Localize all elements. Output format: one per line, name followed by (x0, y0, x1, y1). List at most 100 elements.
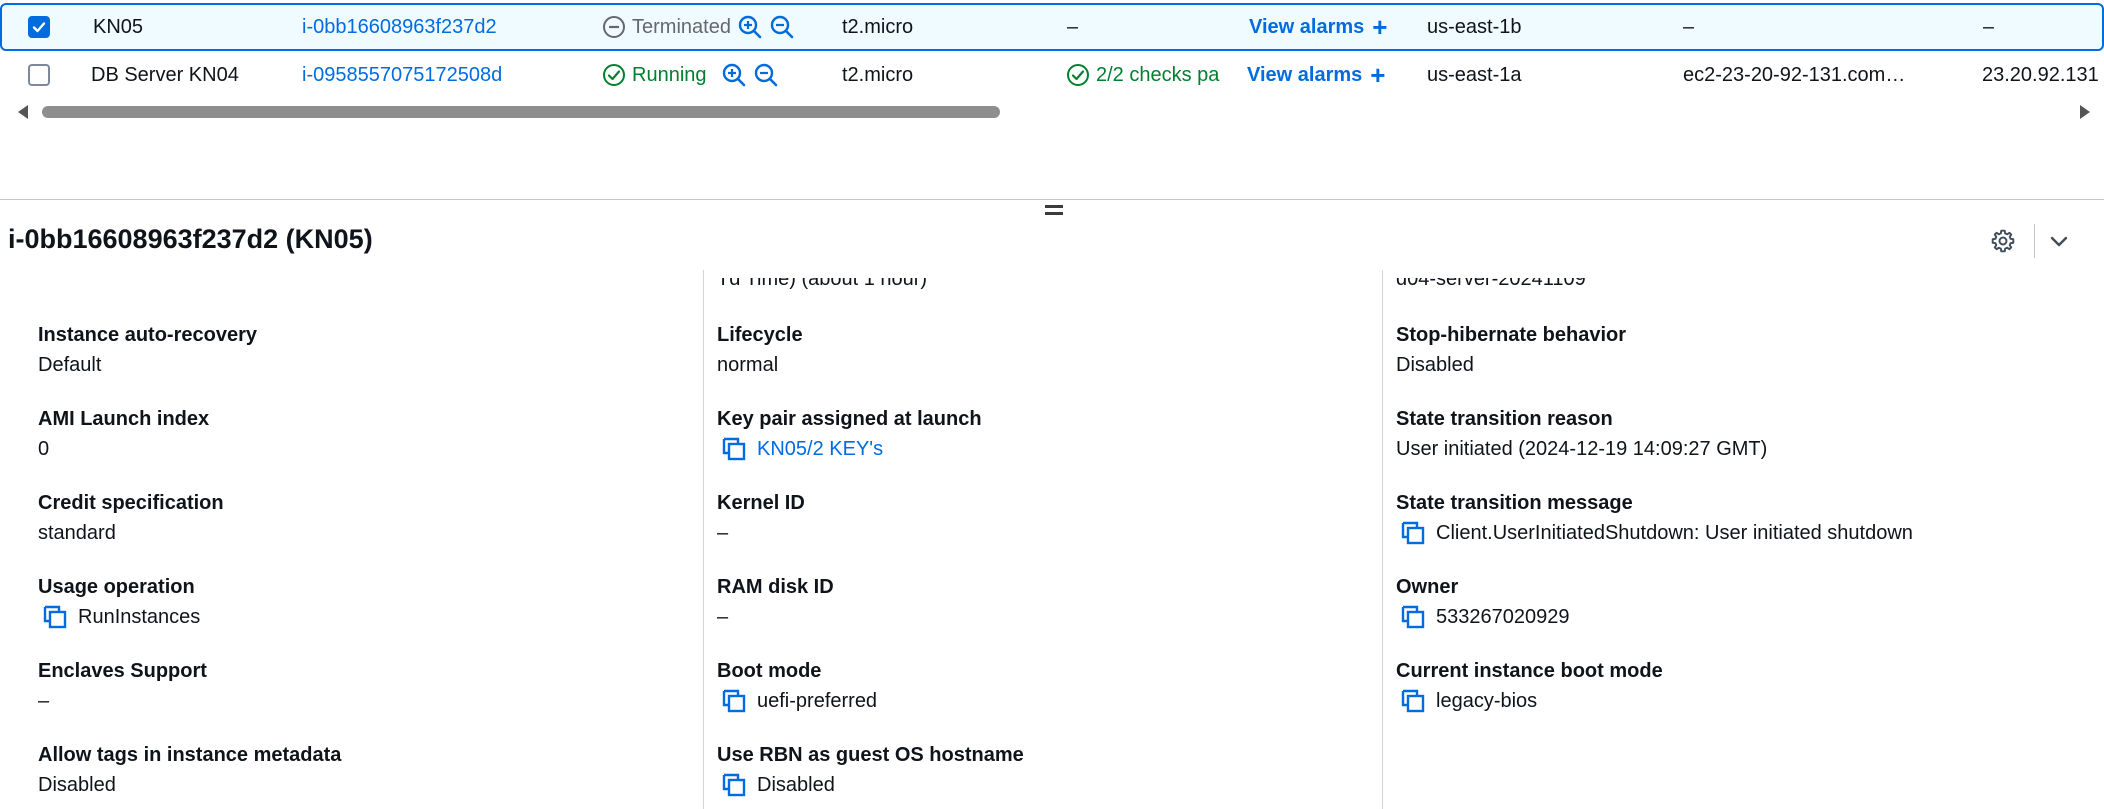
column-divider (1382, 270, 1383, 809)
copy-icon[interactable] (42, 604, 68, 630)
key-pair-link[interactable]: KN05/2 KEY's (757, 434, 883, 464)
instance-id-link[interactable]: i-0bb16608963f237d2 (302, 5, 497, 49)
copy-icon[interactable] (1400, 688, 1426, 714)
field-state-transition-message: State transition message Client.UserInit… (1396, 490, 2036, 548)
success-icon (602, 63, 626, 87)
chevron-down-icon (2050, 236, 2068, 247)
scrollbar-thumb[interactable] (42, 106, 1000, 118)
split-panel-divider (0, 199, 2104, 200)
copy-icon[interactable] (721, 436, 747, 462)
instance-state: Running (602, 51, 779, 99)
field-label: Instance auto-recovery (38, 324, 257, 346)
gear-icon (1991, 229, 2015, 253)
field-ram-disk-id: RAM disk ID – (717, 574, 1357, 632)
field-value: Disabled (38, 774, 116, 796)
field-label: Key pair assigned at launch (717, 408, 982, 430)
field-use-rbn-hostname: Use RBN as guest OS hostname Disabled (717, 742, 1357, 800)
field-usage-operation: Usage operation RunInstances (38, 574, 678, 632)
field-boot-mode: Boot mode uefi-preferred (717, 658, 1357, 716)
add-alarm-icon[interactable]: + (1372, 14, 1387, 40)
instance-state-label: Terminated (632, 15, 731, 38)
view-alarms-link[interactable]: View alarms (1247, 64, 1362, 87)
field-label: Owner (1396, 576, 1459, 598)
alarms-cell: View alarms + (1249, 5, 1387, 49)
copy-icon[interactable] (1400, 520, 1426, 546)
scroll-right-icon[interactable] (2080, 105, 2090, 119)
instance-id-link[interactable]: i-0958557075172508d (302, 51, 502, 99)
header-divider (2034, 224, 2035, 258)
field-label: Stop-hibernate behavior (1396, 324, 1627, 346)
add-alarm-icon[interactable]: + (1370, 62, 1385, 88)
field-lifecycle: Lifecycle normal (717, 322, 1357, 380)
field-value: standard (38, 522, 116, 544)
field-label: Current instance boot mode (1396, 660, 1663, 682)
row-checkbox[interactable] (28, 64, 50, 86)
field-value: 0 (38, 438, 50, 460)
field-value: Default (38, 354, 102, 376)
field-label: Use RBN as guest OS hostname (717, 744, 1024, 766)
field-label: Boot mode (717, 660, 822, 682)
field-value: – (38, 690, 50, 712)
settings-button[interactable] (1988, 226, 2018, 256)
availability-zone: us-east-1b (1427, 15, 1522, 38)
field-enclaves-support: Enclaves Support – (38, 658, 678, 716)
status-checks: – (1067, 15, 1079, 38)
table-row[interactable]: DB Server KN04 i-0958557075172508d Runni… (0, 51, 2104, 99)
field-owner: Owner 533267020929 (1396, 574, 2036, 632)
instance-name: KN05 (93, 15, 144, 38)
field-value-text: RunInstances (78, 606, 201, 628)
field-value: Disabled (717, 770, 1357, 800)
field-credit-specification: Credit specification standard (38, 490, 678, 548)
row-checkbox-cell[interactable] (28, 5, 50, 49)
field-kernel-id: Kernel ID – (717, 490, 1357, 548)
field-value: RunInstances (38, 602, 678, 632)
zoom-out-icon[interactable] (753, 62, 779, 88)
field-value: uefi-preferred (717, 686, 1357, 716)
instance-name: DB Server KN04 (91, 63, 239, 86)
scroll-left-icon[interactable] (18, 105, 28, 119)
field-value: User initiated (2024-12-19 14:09:27 GMT) (1396, 438, 1768, 460)
field-value: Client.UserInitiatedShutdown: User initi… (1396, 518, 2036, 548)
public-dns: ec2-23-20-92-131.com… (1683, 63, 1906, 86)
zoom-out-icon[interactable] (769, 14, 795, 40)
row-checkbox-cell[interactable] (28, 51, 50, 99)
zoom-in-icon[interactable] (737, 14, 763, 40)
copy-icon[interactable] (721, 772, 747, 798)
field-label: Lifecycle (717, 324, 803, 346)
field-state-transition-reason: State transition reason User initiated (… (1396, 406, 2036, 464)
view-alarms-link[interactable]: View alarms (1249, 16, 1364, 39)
horizontal-scrollbar[interactable] (0, 100, 2104, 124)
field-label: Allow tags in instance metadata (38, 744, 342, 766)
row-checkbox[interactable] (28, 16, 50, 38)
instance-type: t2.micro (842, 15, 914, 38)
field-label: AMI Launch index (38, 408, 210, 430)
field-value-text: uefi-preferred (757, 690, 878, 712)
check-icon (32, 22, 46, 33)
copy-icon[interactable] (721, 688, 747, 714)
field-allow-tags-metadata: Allow tags in instance metadata Disabled (38, 742, 678, 800)
field-label: Enclaves Support (38, 660, 207, 682)
field-stop-hibernate: Stop-hibernate behavior Disabled (1396, 322, 2036, 380)
field-label: RAM disk ID (717, 576, 834, 598)
field-value: 533267020929 (1396, 602, 2036, 632)
field-value-text: Disabled (757, 774, 835, 796)
status-checks: 2/2 checks pa (1066, 51, 1222, 99)
public-ip: 23.20.92.131 (1982, 63, 2099, 86)
collapse-button[interactable] (2044, 226, 2074, 256)
field-key-pair: Key pair assigned at launch KN05/2 KEY's (717, 406, 1357, 464)
clipped-value: d04-server-20241109 (1396, 278, 1586, 290)
alarms-cell: View alarms + (1247, 51, 1385, 99)
public-dns: – (1683, 15, 1695, 38)
details-title: i-0bb16608963f237d2 (KN05) (8, 224, 373, 254)
instances-table: KN05 i-0bb16608963f237d2 Terminated t2.m… (0, 0, 2104, 130)
copy-icon[interactable] (1400, 604, 1426, 630)
field-label: Credit specification (38, 492, 224, 514)
zoom-in-icon[interactable] (721, 62, 747, 88)
field-value: Disabled (1396, 354, 1474, 376)
field-label: State transition reason (1396, 408, 1613, 430)
status-checks-label: 2/2 checks pa (1096, 63, 1220, 86)
field-value: – (717, 522, 729, 544)
table-row[interactable]: KN05 i-0bb16608963f237d2 Terminated t2.m… (0, 3, 2104, 51)
instance-type: t2.micro (842, 63, 914, 86)
drag-handle-icon[interactable] (1045, 205, 1065, 219)
